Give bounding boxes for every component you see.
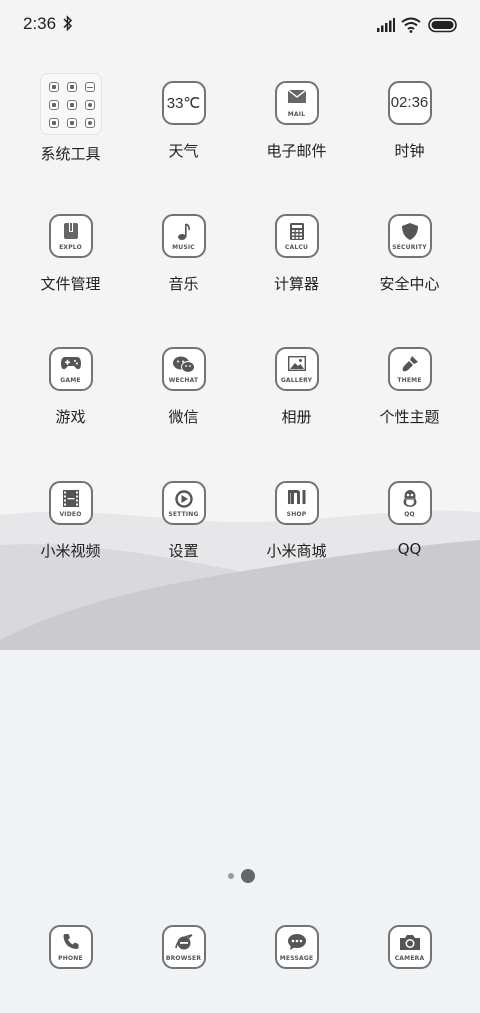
mi-logo-icon: SHOP	[274, 481, 319, 525]
app-gallery[interactable]: GALLERY 相册	[240, 347, 353, 427]
app-label: 天气	[168, 142, 199, 160]
battery-icon	[428, 17, 457, 33]
browser-icon: BROWSER	[161, 925, 206, 969]
icon-caption: QQ	[404, 511, 415, 518]
app-settings[interactable]: SETTING 设置	[127, 481, 240, 561]
app-label: 游戏	[55, 408, 86, 426]
app-qq[interactable]: QQ QQ	[353, 481, 466, 558]
shield-icon: SECURITY	[387, 214, 432, 258]
app-label: 安全中心	[379, 275, 440, 293]
icon-caption: PHONE	[58, 955, 83, 962]
icon-caption: SECURITY	[392, 244, 427, 251]
weather-temperature: 33℃	[166, 95, 201, 112]
camera-icon: CAMERA	[387, 925, 432, 969]
icon-caption: MAIL	[287, 111, 306, 118]
music-note-icon: MUSIC	[161, 214, 206, 258]
qq-penguin-icon: QQ	[387, 481, 432, 525]
status-time: 2:36	[23, 14, 57, 33]
app-mi-video[interactable]: VIDEO 小米视频	[14, 481, 127, 561]
app-label: 系统工具	[40, 145, 101, 163]
app-clock[interactable]: 02:36 时钟	[353, 81, 466, 161]
icon-caption: SETTING	[168, 511, 199, 518]
status-bar: 2:36	[0, 0, 480, 52]
app-label: QQ	[397, 540, 422, 558]
mail-icon: MAIL	[274, 81, 319, 125]
app-file-manager[interactable]: EXPLO 文件管理	[14, 214, 127, 294]
app-label: 个性主题	[379, 408, 440, 426]
app-music[interactable]: MUSIC 音乐	[127, 214, 240, 294]
cellular-signal-icon	[377, 18, 395, 32]
icon-caption: WECHAT	[168, 377, 199, 384]
folder-icon	[39, 73, 102, 135]
icon-caption: EXPLO	[59, 244, 82, 251]
icon-caption: THEME	[397, 377, 422, 384]
weather-icon: 33℃	[161, 81, 206, 125]
dock-camera[interactable]: CAMERA	[353, 925, 466, 969]
app-game[interactable]: GAME 游戏	[14, 347, 127, 427]
file-manager-icon: EXPLO	[48, 214, 93, 258]
app-mi-store[interactable]: SHOP 小米商城	[240, 481, 353, 561]
icon-caption: CALCU	[284, 244, 309, 251]
app-wechat[interactable]: WECHAT 微信	[127, 347, 240, 427]
wifi-icon	[401, 17, 421, 33]
app-label: 小米商城	[266, 542, 327, 560]
paintbrush-icon: THEME	[387, 347, 432, 391]
app-mail[interactable]: MAIL 电子邮件	[240, 81, 353, 161]
app-label: 电子邮件	[266, 142, 327, 160]
settings-icon: SETTING	[161, 481, 206, 525]
app-label: 相册	[281, 408, 312, 426]
app-calculator[interactable]: CALCU 计算器	[240, 214, 353, 294]
app-label: 音乐	[168, 275, 199, 293]
icon-caption: GALLERY	[280, 377, 313, 384]
clock-icon: 02:36	[387, 81, 432, 125]
calculator-icon: CALCU	[274, 214, 319, 258]
wechat-icon: WECHAT	[161, 347, 206, 391]
app-label: 文件管理	[40, 275, 101, 293]
gallery-icon: GALLERY	[274, 347, 319, 391]
page-dot-1[interactable]	[228, 873, 234, 879]
message-icon: MESSAGE	[274, 925, 319, 969]
dock-phone[interactable]: PHONE	[14, 925, 127, 969]
app-label: 时钟	[394, 142, 425, 160]
dock-browser[interactable]: BROWSER	[127, 925, 240, 969]
page-dot-2-active[interactable]	[241, 869, 255, 883]
icon-caption: SHOP	[286, 511, 307, 518]
app-label: 小米视频	[40, 542, 101, 560]
icon-caption: MUSIC	[172, 244, 195, 251]
app-label: 微信	[168, 408, 199, 426]
page-indicator	[0, 868, 480, 884]
app-weather[interactable]: 33℃ 天气	[127, 81, 240, 161]
film-icon: VIDEO	[48, 481, 93, 525]
phone-icon: PHONE	[48, 925, 93, 969]
icon-caption: CAMERA	[394, 955, 425, 962]
gamepad-icon: GAME	[48, 347, 93, 391]
folder-system-tools[interactable]: 系统工具	[14, 73, 127, 164]
icon-caption: BROWSER	[165, 955, 202, 962]
icon-caption: VIDEO	[59, 511, 82, 518]
clock-time: 02:36	[390, 94, 429, 111]
bluetooth-icon	[63, 15, 73, 32]
app-security[interactable]: SECURITY 安全中心	[353, 214, 466, 294]
icon-caption: GAME	[60, 377, 81, 384]
app-label: 计算器	[273, 275, 319, 293]
dock-message[interactable]: MESSAGE	[240, 925, 353, 969]
app-label: 设置	[168, 542, 199, 560]
app-theme[interactable]: THEME 个性主题	[353, 347, 466, 427]
icon-caption: MESSAGE	[279, 955, 314, 962]
